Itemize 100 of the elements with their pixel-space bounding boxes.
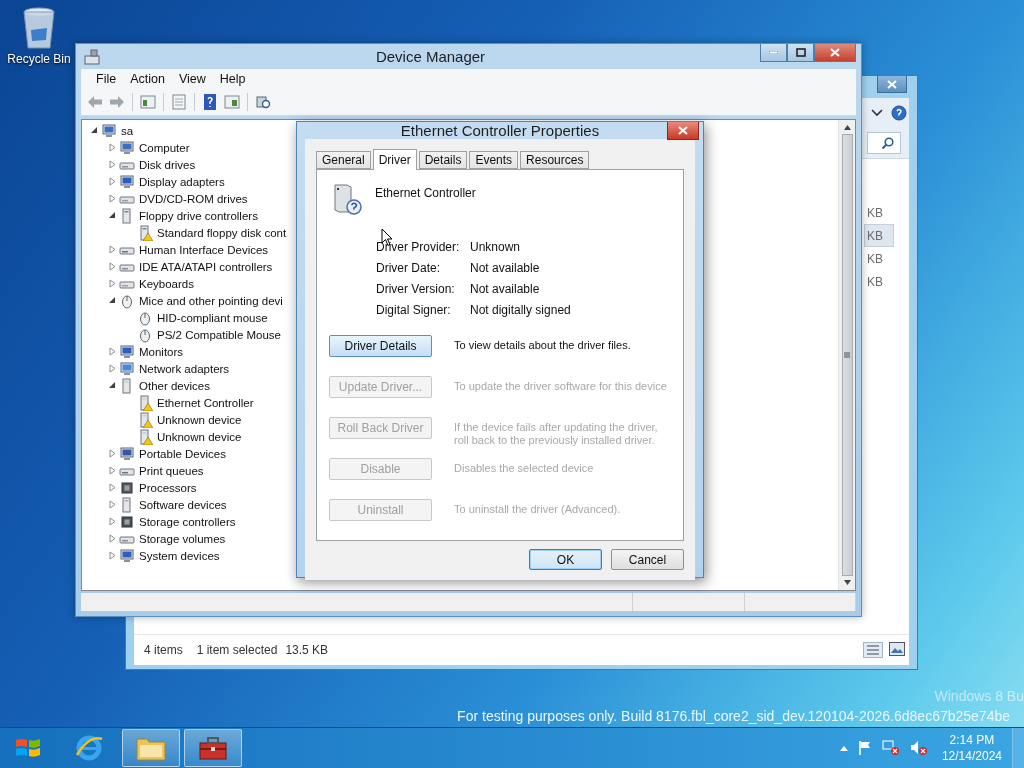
collapsed-arrow-icon[interactable] — [108, 262, 117, 271]
menu-item[interactable]: File — [89, 70, 124, 88]
close-button[interactable] — [667, 122, 699, 140]
file-size: KB — [866, 273, 884, 291]
tree-item[interactable]: HID-compliant mouse — [157, 311, 268, 324]
action-description: To update the driver software for this device — [454, 379, 667, 393]
preview-view-icon[interactable] — [889, 642, 905, 656]
edition-text: Windows 8 Bu — [934, 688, 1024, 704]
build-text: For testing purposes only. Build 8176.fbl_core2_sid_dev.120104-2026.6d8ec67b25e74be — [457, 708, 1010, 724]
desktop-icon-label[interactable]: Recycle Bin — [7, 52, 71, 66]
collapsed-arrow-icon[interactable] — [108, 177, 117, 186]
tree-item[interactable]: Human Interface Devices — [139, 243, 269, 256]
maximize-button[interactable] — [787, 44, 814, 62]
dialog-button[interactable]: Cancel — [611, 549, 684, 570]
field-value: Unknown — [470, 240, 522, 254]
show-hidden-icons-icon[interactable] — [839, 745, 848, 751]
device-view-icon[interactable] — [223, 93, 241, 111]
tree-item[interactable]: Portable Devices — [139, 447, 226, 460]
tree-item[interactable]: Floppy drive controllers — [139, 209, 258, 222]
taskbar-app-button[interactable] — [122, 729, 180, 767]
tree-item[interactable]: Disk drives — [139, 158, 196, 171]
collapsed-arrow-icon[interactable] — [108, 449, 117, 458]
help-icon[interactable] — [891, 105, 907, 121]
tab[interactable]: Resources — [520, 151, 590, 169]
collapsed-arrow-icon[interactable] — [108, 483, 117, 492]
tree-item[interactable]: Other devices — [139, 379, 210, 392]
expanded-arrow-icon[interactable] — [108, 211, 117, 220]
collapsed-arrow-icon[interactable] — [108, 364, 117, 373]
expanded-arrow-icon[interactable] — [108, 381, 117, 390]
recycle-bin-icon[interactable] — [21, 6, 57, 50]
close-button[interactable] — [814, 44, 856, 62]
tree-item[interactable]: Ethernet Controller — [157, 396, 254, 409]
field-label: Driver Provider: — [376, 240, 461, 254]
network-icon — [119, 360, 135, 377]
tree-item[interactable]: Storage volumes — [139, 532, 226, 545]
tree-item[interactable]: Standard floppy disk cont — [157, 226, 287, 239]
menu-item[interactable]: View — [171, 70, 213, 88]
tree-view-icon[interactable] — [139, 93, 157, 111]
flag-icon[interactable] — [857, 740, 872, 756]
tree-item[interactable]: System devices — [139, 549, 220, 562]
help-icon[interactable] — [201, 93, 219, 111]
expanded-arrow-icon[interactable] — [90, 126, 99, 135]
field-value: Not available — [470, 261, 541, 275]
tree-item[interactable]: Mice and other pointing devi — [139, 294, 283, 307]
storage-controller-icon — [119, 513, 135, 530]
tab[interactable]: Details — [418, 151, 468, 169]
minimize-button[interactable] — [760, 44, 787, 62]
tree-item[interactable]: Monitors — [139, 345, 184, 358]
collapsed-arrow-icon[interactable] — [108, 245, 117, 254]
tab[interactable]: General — [316, 151, 371, 169]
close-button[interactable] — [877, 76, 907, 93]
tree-item[interactable]: IDE ATA/ATAPI controllers — [139, 260, 273, 273]
expanded-arrow-icon[interactable] — [108, 296, 117, 305]
collapsed-arrow-icon[interactable] — [108, 466, 117, 475]
tree-item[interactable]: Computer — [139, 141, 190, 154]
collapsed-arrow-icon[interactable] — [108, 500, 117, 509]
network-error-icon[interactable] — [881, 740, 900, 756]
tree-item[interactable]: Display adapters — [139, 175, 225, 188]
details-view-icon[interactable] — [863, 642, 883, 658]
tree-item[interactable]: Storage controllers — [139, 515, 236, 528]
menu-item[interactable]: Action — [123, 70, 172, 88]
browser-icon — [74, 733, 104, 763]
windows-logo-icon — [15, 736, 41, 760]
driver-action-button[interactable]: Driver Details — [329, 335, 432, 357]
volume-muted-icon[interactable] — [909, 740, 928, 756]
tab[interactable]: Driver — [372, 149, 417, 170]
monitor-icon — [119, 343, 135, 360]
tree-item[interactable]: Print queues — [139, 464, 204, 477]
tree-item[interactable]: Unknown device — [157, 413, 242, 426]
collapsed-arrow-icon[interactable] — [108, 279, 117, 288]
collapsed-arrow-icon[interactable] — [108, 194, 117, 203]
scan-hardware-icon[interactable] — [254, 93, 272, 111]
collapsed-arrow-icon[interactable] — [108, 143, 117, 152]
taskbar-app-button[interactable] — [184, 729, 242, 767]
menu-item[interactable]: Help — [212, 70, 253, 88]
monitor-icon — [119, 173, 135, 190]
collapsed-arrow-icon[interactable] — [108, 551, 117, 560]
dialog-button[interactable]: OK — [529, 549, 602, 570]
collapsed-arrow-icon[interactable] — [108, 534, 117, 543]
file-size: KB — [864, 224, 894, 247]
computer-icon — [101, 122, 117, 139]
collapsed-arrow-icon[interactable] — [108, 347, 117, 356]
tree-item[interactable]: Keyboards — [139, 277, 194, 290]
tree-item[interactable]: Network adapters — [139, 362, 230, 375]
tab[interactable]: Events — [469, 151, 519, 169]
scrollbar[interactable] — [838, 120, 855, 590]
search-field[interactable] — [867, 132, 901, 154]
search-icon — [881, 136, 894, 150]
collapsed-arrow-icon[interactable] — [108, 160, 117, 169]
tree-item[interactable]: DVD/CD-ROM drives — [139, 192, 248, 205]
tree-item[interactable]: Unknown device — [157, 430, 242, 443]
tree-item[interactable]: sa — [121, 124, 134, 137]
chevron-down-icon[interactable] — [871, 109, 883, 117]
tree-item[interactable]: PS/2 Compatible Mouse — [157, 328, 281, 341]
collapsed-arrow-icon[interactable] — [108, 517, 117, 526]
properties-icon[interactable] — [170, 93, 188, 111]
close-icon — [887, 79, 897, 89]
tree-item[interactable]: Processors — [139, 481, 197, 494]
tree-item[interactable]: Software devices — [139, 498, 227, 511]
forward-arrow-icon[interactable] — [108, 93, 126, 111]
